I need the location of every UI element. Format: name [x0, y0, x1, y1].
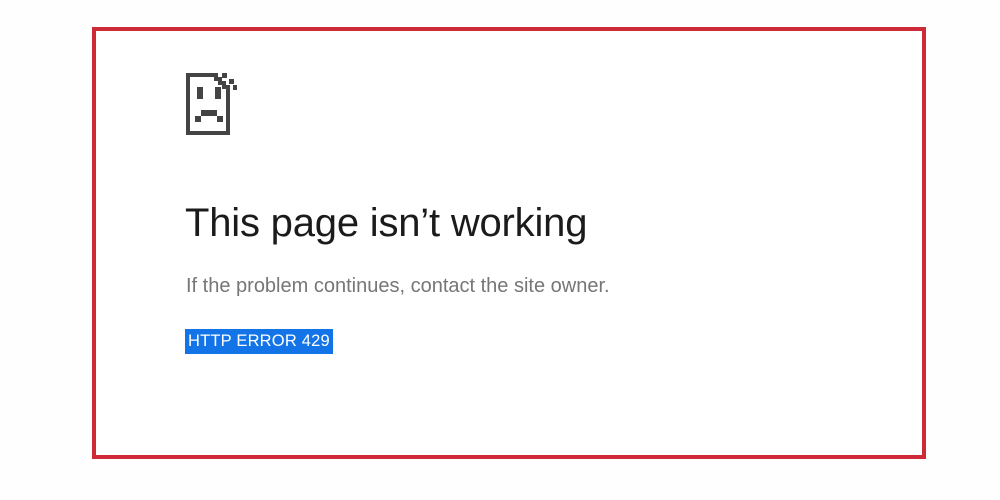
error-code-line: HTTP ERROR 429	[185, 329, 333, 354]
sad-page-icon	[186, 73, 237, 135]
page-title: This page isn’t working	[185, 201, 588, 245]
error-content: This page isn’t working If the problem c…	[185, 72, 885, 354]
browser-error-screenshot: This page isn’t working If the problem c…	[0, 0, 1000, 500]
error-subtitle: If the problem continues, contact the si…	[186, 275, 610, 297]
error-code-text[interactable]: HTTP ERROR 429	[185, 329, 333, 354]
red-highlight-rectangle: This page isn’t working If the problem c…	[92, 27, 926, 459]
